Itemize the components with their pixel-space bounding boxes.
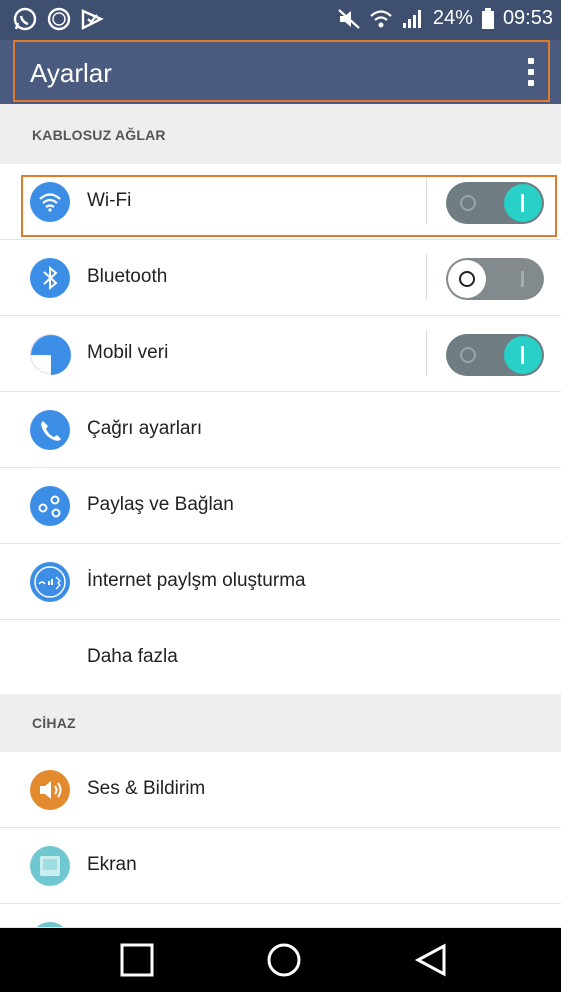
status-time: 09:53	[502, 7, 553, 29]
sound-icon	[30, 770, 70, 810]
settings-item-more[interactable]: Daha fazla	[0, 620, 561, 696]
mobile-data-label: Mobil veri	[87, 342, 169, 363]
bluetooth-icon	[30, 258, 70, 298]
wifi-highlight	[21, 175, 557, 237]
divider	[426, 254, 427, 300]
wifi-icon	[369, 8, 393, 30]
mobile-data-toggle[interactable]	[446, 334, 544, 376]
navigation-bar	[0, 928, 561, 992]
clock-icon	[46, 6, 72, 32]
back-button[interactable]	[414, 942, 450, 978]
page-title: Ayarlar	[30, 58, 112, 88]
bluetooth-label: Bluetooth	[87, 266, 168, 287]
phone-icon	[30, 410, 70, 450]
mobile-data-icon	[30, 334, 71, 375]
home-button[interactable]	[266, 942, 302, 978]
mute-icon	[337, 8, 361, 30]
section-header-wireless: KABLOSUZ AĞLAR	[0, 104, 561, 164]
tethering-label: İnternet paylşm oluşturma	[87, 570, 306, 591]
bluetooth-toggle[interactable]	[446, 258, 544, 300]
settings-item-partial[interactable]	[0, 904, 561, 928]
check-notification-icon	[80, 7, 104, 31]
settings-item-share-connect[interactable]: Paylaş ve Bağlan	[0, 468, 561, 544]
settings-item-sound[interactable]: Ses & Bildirim	[0, 752, 561, 828]
display-icon	[30, 846, 70, 886]
sound-label: Ses & Bildirim	[87, 778, 206, 799]
recent-apps-button[interactable]	[119, 942, 155, 978]
battery-icon	[481, 7, 495, 30]
share-icon	[30, 486, 70, 526]
settings-item-tethering[interactable]: İnternet paylşm oluşturma	[0, 544, 561, 620]
share-connect-label: Paylaş ve Bağlan	[87, 494, 234, 515]
settings-item-display[interactable]: Ekran	[0, 828, 561, 904]
call-settings-label: Çağrı ayarları	[87, 418, 203, 439]
settings-item-call-settings[interactable]: Çağrı ayarları	[0, 392, 561, 468]
battery-level: 24%	[432, 7, 473, 29]
overflow-menu-icon[interactable]	[521, 54, 541, 90]
whatsapp-icon	[12, 6, 38, 32]
settings-item-mobile-data[interactable]: Mobil veri	[0, 316, 561, 392]
status-bar: 24% 09:53	[0, 0, 561, 40]
app-bar: Ayarlar	[0, 40, 561, 104]
settings-item-bluetooth[interactable]: Bluetooth	[0, 240, 561, 316]
tethering-icon	[30, 562, 70, 602]
divider	[426, 330, 427, 376]
more-label: Daha fazla	[87, 646, 178, 667]
section-header-device: CİHAZ	[0, 694, 561, 752]
display-label: Ekran	[87, 854, 137, 875]
signal-icon	[401, 8, 425, 30]
